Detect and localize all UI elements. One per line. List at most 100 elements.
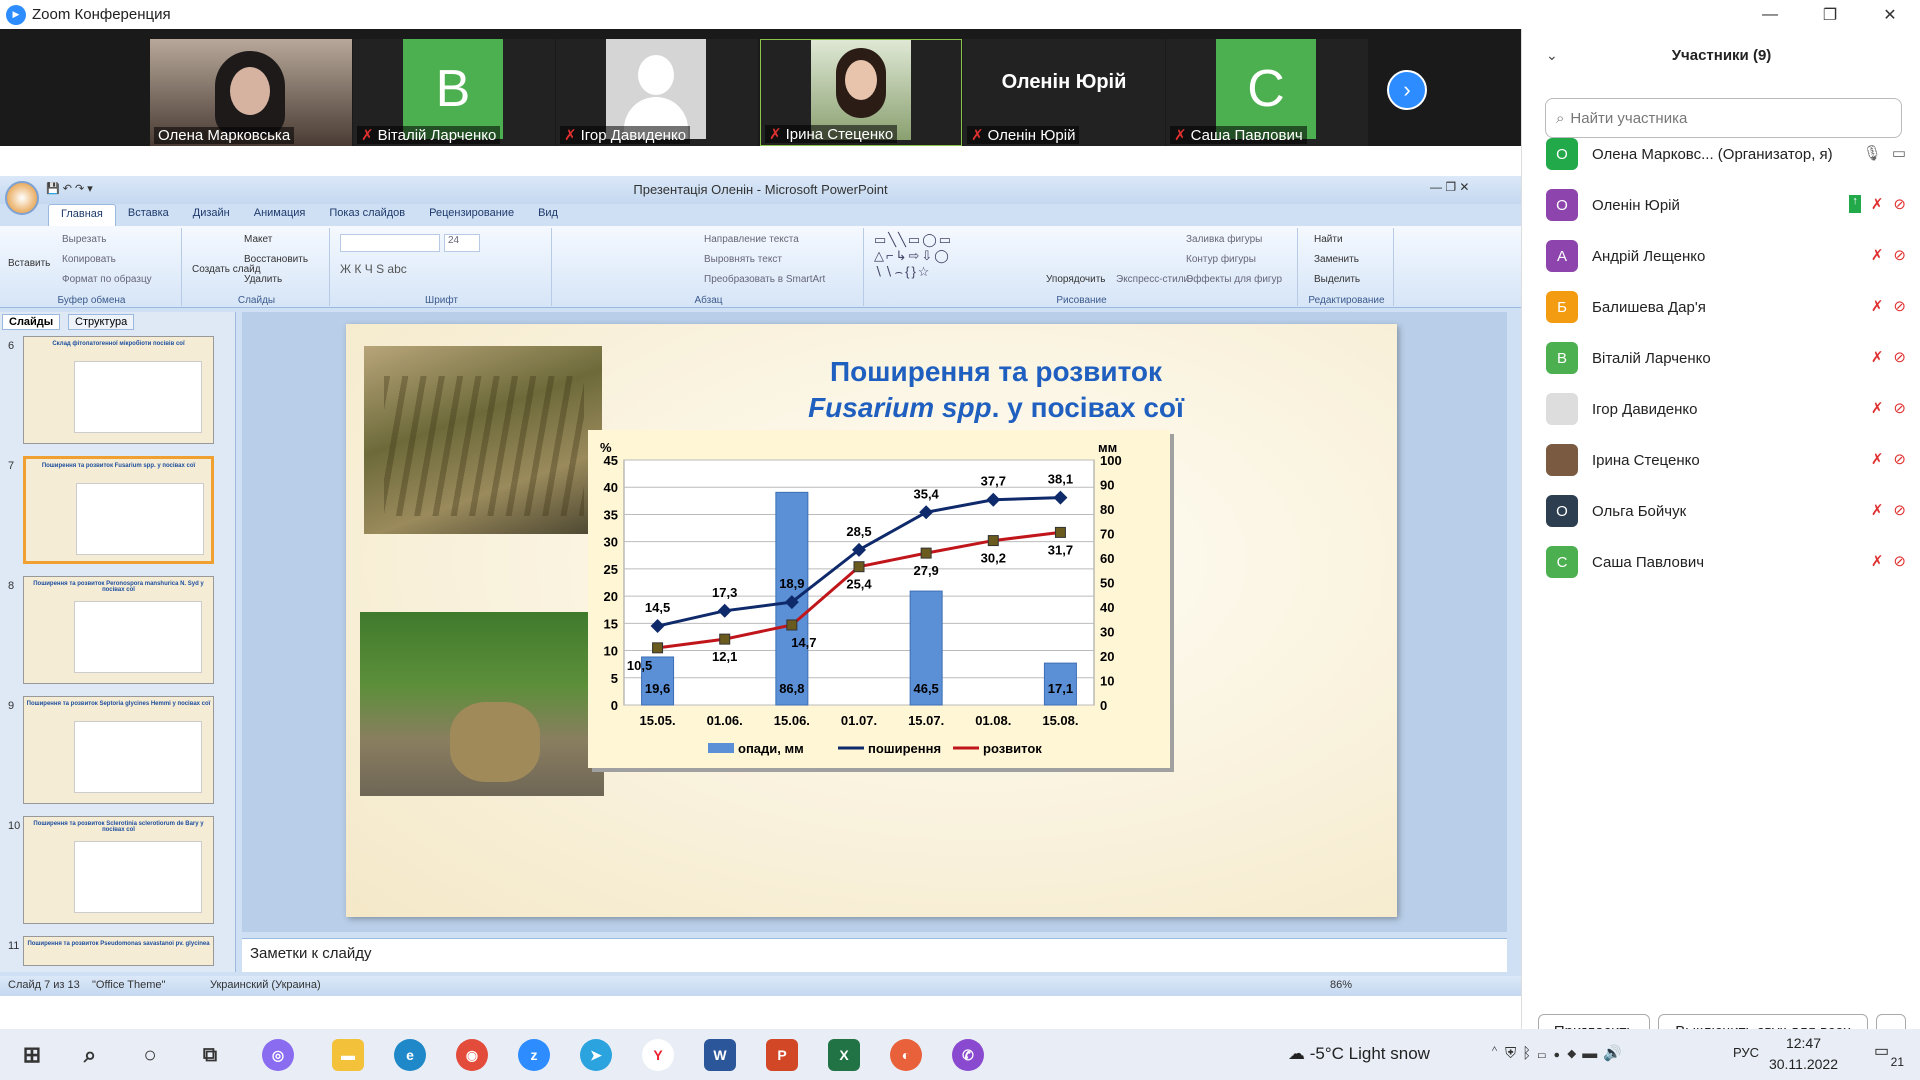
replace-button[interactable]: Заменить	[1314, 254, 1359, 265]
quick-styles-button[interactable]: Экспресс-стили	[1116, 274, 1189, 285]
windows-start-icon[interactable]: ⊞	[16, 1039, 48, 1071]
ribbon-tab[interactable]: Рецензирование	[417, 204, 526, 226]
input-language[interactable]: РУС	[1733, 1045, 1759, 1060]
participant-row[interactable]: О Оленін Юрій ↑ ✗ ⊘	[1546, 185, 1906, 225]
participant-row[interactable]: О Олена Марковс... (Организатор, я) 🎙 ▭	[1546, 134, 1906, 174]
video-tile-vitaliy[interactable]: В ✗ Віталій Ларченко	[353, 39, 555, 146]
smartart-button[interactable]: Преобразовать в SmartArt	[704, 274, 825, 285]
task-view-icon[interactable]: ⧉	[194, 1039, 226, 1071]
avatar: О	[1546, 495, 1578, 527]
video-tile-olena[interactable]: Олена Марковська	[150, 39, 352, 146]
slide-thumbnail[interactable]: Поширення та розвиток Pseudomonas savast…	[23, 936, 214, 966]
telegram-icon[interactable]: ➤	[580, 1039, 612, 1071]
edge-icon[interactable]: e	[394, 1039, 426, 1071]
tab-outline[interactable]: Структура	[68, 314, 135, 330]
align-text-button[interactable]: Выровнять текст	[704, 254, 782, 265]
font-format-buttons[interactable]: Ж К Ч S abc	[340, 262, 407, 276]
browser-icon[interactable]: ◐	[890, 1039, 922, 1071]
viber-icon[interactable]: ✆	[952, 1039, 984, 1071]
mic-muted-icon: ✗	[564, 127, 577, 144]
point-label: 14,5	[645, 600, 670, 615]
video-tile-igor[interactable]: ✗ Ігор Давиденко	[556, 39, 758, 146]
shapes-gallery[interactable]: ▭╲╲▭◯▭ △⌐↳⇨⇩◯ ∖∖⌢{}☆	[874, 232, 953, 280]
next-page-button[interactable]: ›	[1387, 70, 1427, 110]
slide-thumbnail[interactable]: Поширення та розвиток Peronospora manshu…	[23, 576, 214, 684]
ribbon-tab[interactable]: Показ слайдов	[317, 204, 417, 226]
cortana-icon[interactable]: ○	[134, 1039, 166, 1071]
tile-name: ✗ Оленін Юрій	[967, 126, 1080, 144]
video-tile-sasha[interactable]: С ✗ Саша Павлович	[1166, 39, 1368, 146]
shape-outline-button[interactable]: Контур фигуры	[1186, 254, 1256, 265]
search-icon[interactable]: ⌕	[74, 1039, 106, 1071]
ribbon-tab[interactable]: Анимация	[242, 204, 318, 226]
notes-field[interactable]: Заметки к слайду	[242, 938, 1507, 972]
point-label: 31,7	[1048, 542, 1073, 557]
bar-label: 86,8	[779, 681, 804, 696]
participant-row[interactable]: Ігор Давиденко ✗ ⊘	[1546, 389, 1906, 429]
reset-button[interactable]: Восстановить	[244, 254, 308, 265]
participant-row[interactable]: Ірина Стеценко ✗ ⊘	[1546, 440, 1906, 480]
maximize-button[interactable]: ❐	[1800, 0, 1860, 29]
video-tile-yuriy[interactable]: Оленін Юрій ✗ Оленін Юрій	[963, 39, 1165, 146]
system-tray-icons[interactable]: ⌃⛨ᛒ▭⏺◆▬🔊	[1490, 1044, 1628, 1062]
notifications-button[interactable]: ▭ 21	[1874, 1041, 1904, 1069]
arrange-button[interactable]: Упорядочить	[1046, 274, 1106, 285]
thumbnail-number: 9	[8, 700, 15, 712]
slide-thumbnail[interactable]: Склад фітопатогенної мікробіоти посівів …	[23, 336, 214, 444]
cut-button[interactable]: Вырезать	[62, 234, 106, 245]
ribbon-tab[interactable]: Главная	[48, 204, 116, 226]
format-painter-button[interactable]: Формат по образцу	[62, 274, 152, 285]
ribbon-tab[interactable]: Вид	[526, 204, 570, 226]
text-direction-button[interactable]: Направление текста	[704, 234, 799, 245]
slide-thumbnail[interactable]: Поширення та розвиток Fusarium spp. у по…	[23, 456, 214, 564]
participant-row[interactable]: С Саша Павлович ✗ ⊘	[1546, 542, 1906, 582]
font-group: 24 Ж К Ч S abc Шрифт	[332, 228, 552, 306]
shape-effects-button[interactable]: Эффекты для фигур	[1186, 274, 1282, 285]
x-tick-label: 01.06.	[707, 713, 743, 728]
yandex-icon[interactable]: Y	[642, 1039, 674, 1071]
participant-row[interactable]: А Андрій Лещенко ✗ ⊘	[1546, 236, 1906, 276]
shape-fill-button[interactable]: Заливка фигуры	[1186, 234, 1262, 245]
participant-row[interactable]: Б Балишева Дар'я ✗ ⊘	[1546, 287, 1906, 327]
weather[interactable]: ☁ -5°C Light snow	[1288, 1044, 1430, 1064]
file-explorer-icon[interactable]: ▬	[332, 1039, 364, 1071]
word-icon[interactable]: W	[704, 1039, 736, 1071]
clock[interactable]: 12:47 30.11.2022	[1769, 1033, 1838, 1075]
ribbon-tab[interactable]: Дизайн	[181, 204, 242, 226]
close-button[interactable]: ✕	[1860, 0, 1920, 29]
participant-row[interactable]: О Ольга Бойчук ✗ ⊘	[1546, 491, 1906, 531]
participant-status-icons: ✗ ⊘	[1871, 450, 1906, 468]
delete-button[interactable]: Удалить	[244, 274, 282, 285]
zoom-app-icon[interactable]: z	[518, 1039, 550, 1071]
soy-field-photo-1	[364, 346, 602, 534]
copy-button[interactable]: Копировать	[62, 254, 116, 265]
select-button[interactable]: Выделить	[1314, 274, 1360, 285]
slide-title: Поширення та розвиток Fusarium spp. у по…	[808, 356, 1184, 423]
quick-access-toolbar[interactable]: 💾 ↶ ↷ ▾	[46, 182, 93, 195]
avatar	[1546, 393, 1578, 425]
find-button[interactable]: Найти	[1314, 234, 1343, 245]
slide-thumbnail[interactable]: Поширення та розвиток Septoria glycines …	[23, 696, 214, 804]
tile-label: Оленін Юрій	[1001, 71, 1127, 93]
app-icon[interactable]: ◎	[262, 1039, 294, 1071]
powerpoint-icon[interactable]: P	[766, 1039, 798, 1071]
participant-row[interactable]: В Віталій Ларченко ✗ ⊘	[1546, 338, 1906, 378]
legend-label: поширення	[868, 741, 941, 756]
slide-thumbnail[interactable]: Поширення та розвиток Sclerotinia sclero…	[23, 816, 214, 924]
font-size-select[interactable]: 24	[444, 234, 480, 252]
minimize-button[interactable]: —	[1740, 0, 1800, 29]
tab-slides[interactable]: Слайды	[2, 314, 61, 330]
font-family-select[interactable]	[340, 234, 440, 252]
ribbon-tab[interactable]: Вставка	[116, 204, 181, 226]
zoom-level[interactable]: 86%	[1330, 979, 1352, 991]
chrome-icon[interactable]: ◉	[456, 1039, 488, 1071]
drawing-group: ▭╲╲▭◯▭ △⌐↳⇨⇩◯ ∖∖⌢{}☆ Упорядочить Экспресс-…	[866, 228, 1298, 306]
paste-button[interactable]: Вставить	[8, 258, 50, 269]
y-left-tick-label: 30	[604, 535, 618, 550]
search-input[interactable]: ⌕ Найти участника	[1545, 98, 1902, 138]
ppt-window-controls[interactable]: — ❐ ✕	[1430, 180, 1469, 194]
participant-status-icons: ✗ ⊘	[1871, 297, 1906, 315]
layout-button[interactable]: Макет	[244, 234, 272, 245]
excel-icon[interactable]: X	[828, 1039, 860, 1071]
video-tile-iryna[interactable]: ✗ Ірина Стеценко	[760, 39, 962, 146]
